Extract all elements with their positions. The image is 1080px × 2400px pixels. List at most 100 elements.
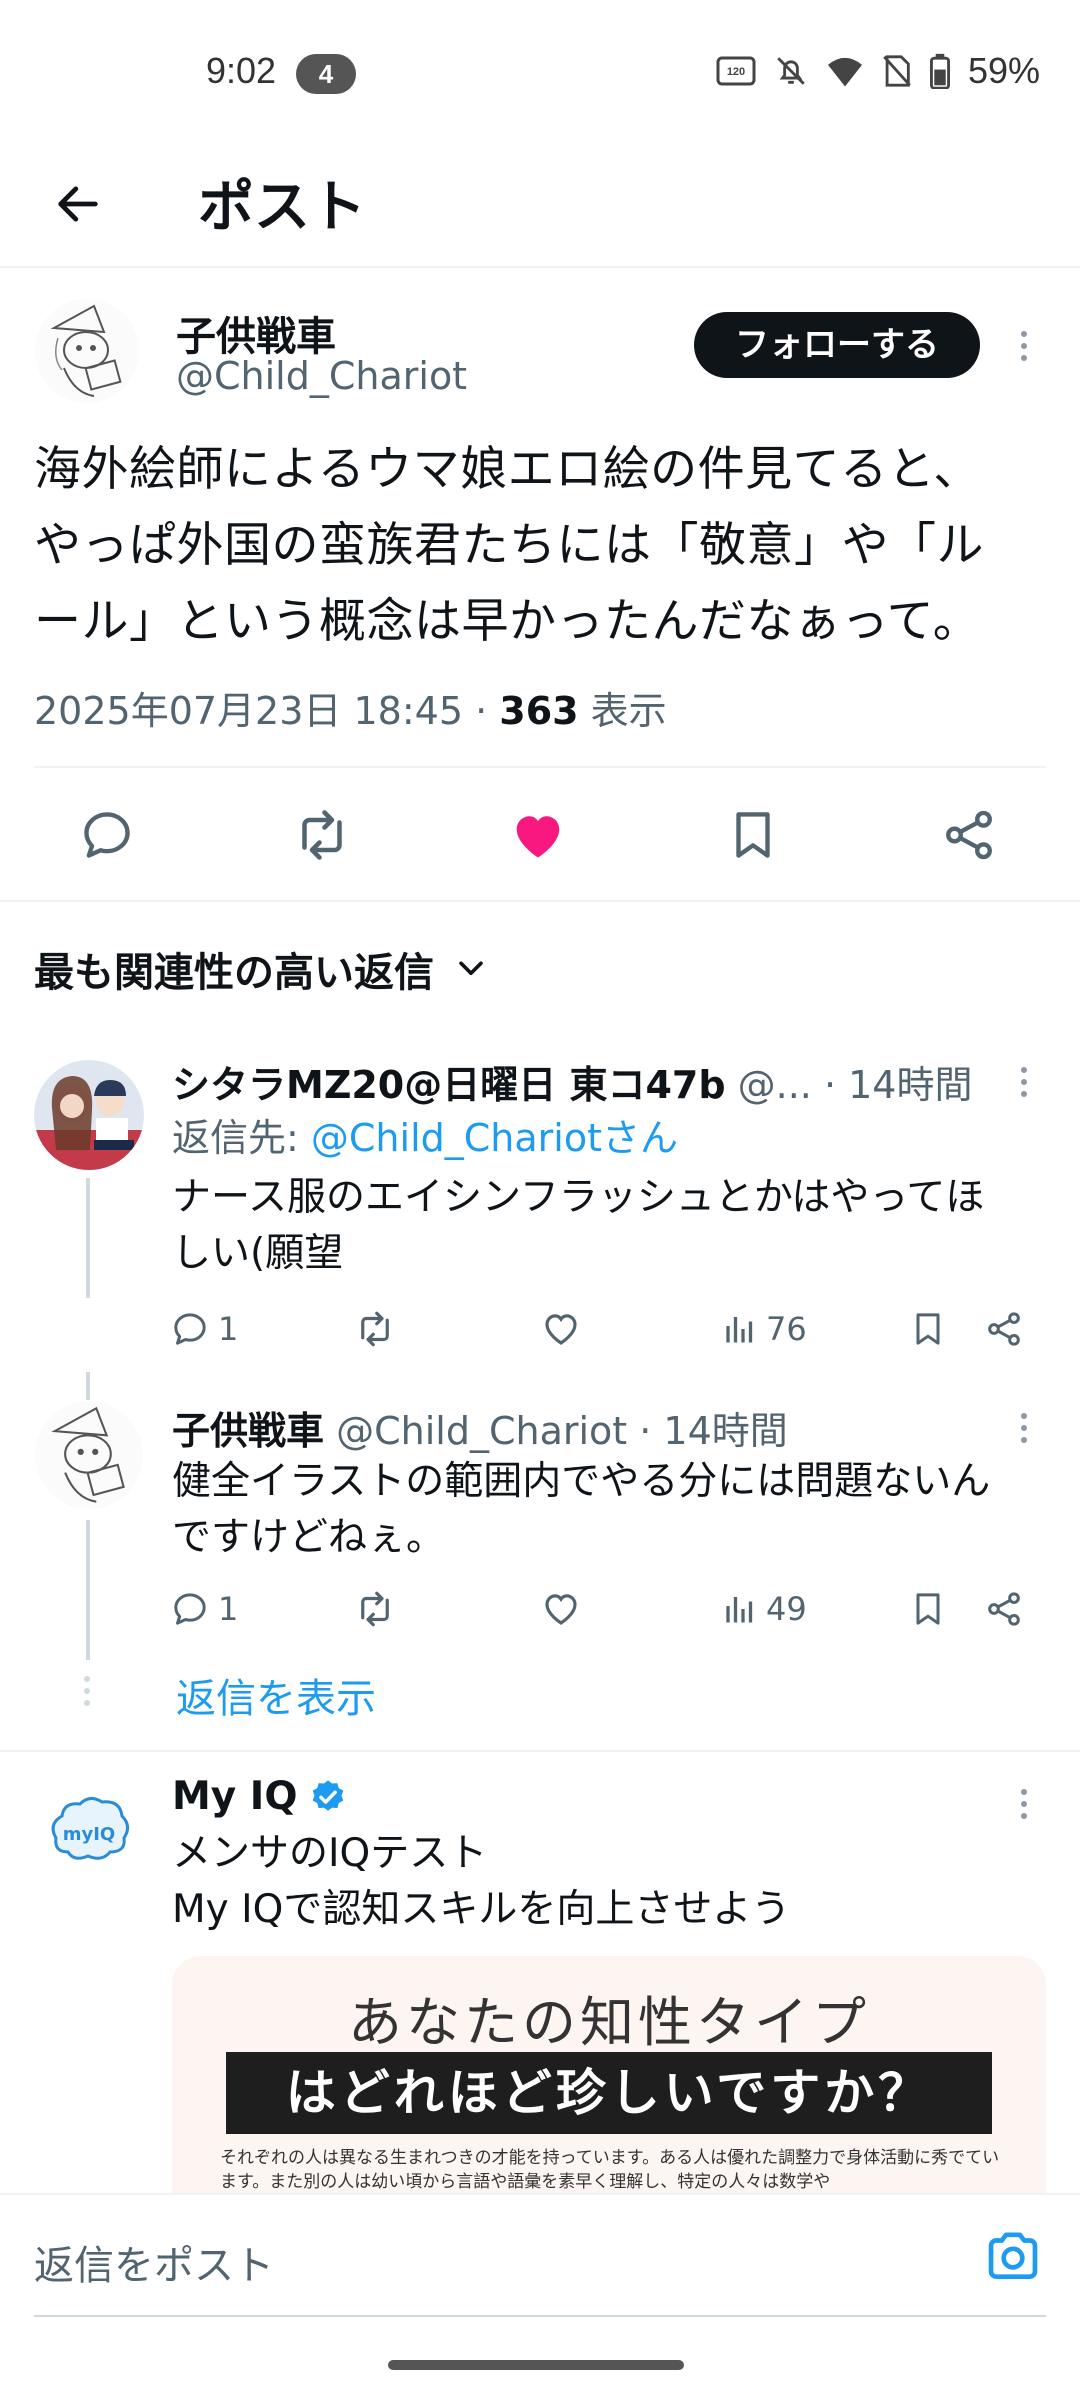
repost-icon [361,1311,389,1347]
reply-text-line: しい(願望 [172,1231,344,1276]
heart-icon [545,1314,577,1345]
thread-line [86,1372,90,1400]
reply-share-button[interactable] [984,1304,1024,1354]
repost-icon [361,1591,389,1627]
reply-to-line: 返信先: @Child_Chariotさん [172,1110,678,1166]
reply-comment-button[interactable]: 1 [170,1584,238,1634]
reply-avatar[interactable] [34,1400,144,1510]
wifi-icon [827,57,862,87]
reply-author-handle: @Child_Chariot · 14時間 [324,1409,788,1453]
post-timestamp: 2025年07月23日 18:45 · [34,689,500,733]
reply-sort-dropdown[interactable]: 最も関連性の高い返信 [34,940,488,998]
share-button[interactable] [934,800,1004,870]
reply-text: 健全イラストの範囲内でやる分には問題ないん ですけどねぇ。 [172,1454,1042,1566]
ad-author-name: My IQ [172,1774,298,1819]
heart-filled-icon [516,816,560,858]
back-button[interactable] [42,168,114,240]
repost-icon [302,810,342,860]
view-count[interactable]: 363 [499,689,578,733]
divider [34,766,1046,768]
reply-view-count: 49 [766,1590,807,1628]
refresh-rate-icon: 120 [716,56,756,86]
notification-count-badge: 4 [296,54,356,94]
author-avatar[interactable] [34,298,140,404]
follow-button[interactable]: フォローする [694,312,980,378]
reply-action-bar: 1 49 [170,1584,1030,1634]
reply-button[interactable] [72,800,142,870]
reply-like-button[interactable] [540,1584,582,1634]
svg-text:myIQ: myIQ [63,1824,116,1845]
camera-button[interactable] [982,2225,1044,2291]
reply-action-bar: 1 76 [170,1304,1030,1354]
reply-time: · 14時間 [811,1063,973,1107]
post-text-line: やっぱ外国の蛮族君たちには「敬意」や「ル [34,518,984,573]
post-meta: 2025年07月23日 18:45 · 363 表示 [34,680,667,735]
reply-icon [174,1313,206,1345]
bookmark-icon [736,812,770,858]
status-time: 9:02 [206,50,277,91]
thread-line [86,1520,90,1660]
reply-avatar[interactable] [34,1060,144,1170]
no-sim-icon [883,55,911,87]
reply-views[interactable]: 49 [722,1584,807,1634]
reply-more-options-icon[interactable] [1012,1058,1036,1106]
divider [0,1750,1080,1752]
reply-icon [174,1593,206,1625]
reply-like-button[interactable] [540,1304,582,1354]
reply-to-prefix: 返信先: [172,1116,311,1160]
svg-text:120: 120 [727,66,745,78]
repost-button[interactable] [287,800,357,870]
ad-text-line: My IQで認知スキルを向上させよう [172,1887,791,1932]
bookmark-icon [916,1313,940,1345]
ad-text-line: メンサのIQテスト [172,1831,488,1876]
ad-image-banner: はどれほど珍しいですか？ [226,2052,992,2134]
verified-badge-icon [313,1779,344,1811]
reply-more-options-icon[interactable] [1012,1404,1036,1452]
bookmark-button[interactable] [718,800,788,870]
reply-author-handle: @... [725,1063,812,1107]
reply-bookmark-button[interactable] [908,1304,948,1354]
reply-bookmark-button[interactable] [908,1584,948,1634]
reply-text-line: ナース服のエイシンフラッシュとかはやってほ [172,1175,985,1220]
reply-to-handle[interactable]: @Child_Chariotさん [311,1116,678,1160]
reply-share-button[interactable] [984,1584,1024,1634]
reply-author[interactable]: シタラMZ20@日曜日 東コ47b @... · 14時間 [172,1054,972,1109]
thread-line [86,1178,90,1298]
reply-input[interactable]: 返信をポスト [34,2233,274,2291]
reply-comment-count: 1 [218,1310,239,1348]
reply-views[interactable]: 76 [722,1304,807,1354]
ad-avatar[interactable]: myIQ [34,1780,144,1890]
battery-icon [929,53,950,89]
ad-author[interactable]: My IQ [172,1774,347,1819]
author-handle[interactable]: @Child_Chariot [176,354,467,398]
show-replies-link[interactable]: 返信を表示 [176,1666,376,1724]
reply-repost-button[interactable] [354,1304,396,1354]
arrow-left-icon [58,186,98,222]
more-options-icon[interactable] [1012,322,1036,370]
post-text: 海外絵師によるウマ娘エロ絵の件見てると、 やっぱ外国の蛮族君たちには「敬意」や「… [34,432,1044,660]
share-icon [988,1592,1020,1626]
views-label: 表示 [578,689,667,733]
reply-icon [84,812,130,858]
heart-icon [545,1594,577,1625]
reply-text-line: 健全イラストの範囲内でやる分には問題ないん [172,1459,991,1504]
analytics-icon [726,1597,753,1623]
ad-image[interactable]: あなたの知性タイプ はどれほど珍しいですか？ それぞれの人は異なる生まれつきの才… [172,1956,1046,2196]
divider [0,900,1080,902]
compose-bar: 返信をポスト [0,2193,1080,2323]
reply-view-count: 76 [766,1310,807,1348]
reply-comment-button[interactable]: 1 [170,1304,238,1354]
home-indicator[interactable] [388,2360,684,2370]
ad-text: メンサのIQテスト My IQで認知スキルを向上させよう [172,1826,1042,1938]
ad-more-options-icon[interactable] [1012,1780,1036,1828]
reply-repost-button[interactable] [354,1584,396,1634]
reply-text-line: ですけどねぇ。 [172,1515,446,1560]
like-button[interactable] [503,800,573,870]
reply-author[interactable]: 子供戦車 @Child_Chariot · 14時間 [172,1400,788,1455]
share-icon [946,810,992,860]
page-title: ポスト [198,175,366,240]
status-bar: 9:02 4 120 59% [0,0,1080,150]
post-text-line: 海外絵師によるウマ娘エロ絵の件見てると、 [34,442,981,497]
compose-underline [34,2315,1046,2317]
battery-percent: 59% [967,50,1040,91]
